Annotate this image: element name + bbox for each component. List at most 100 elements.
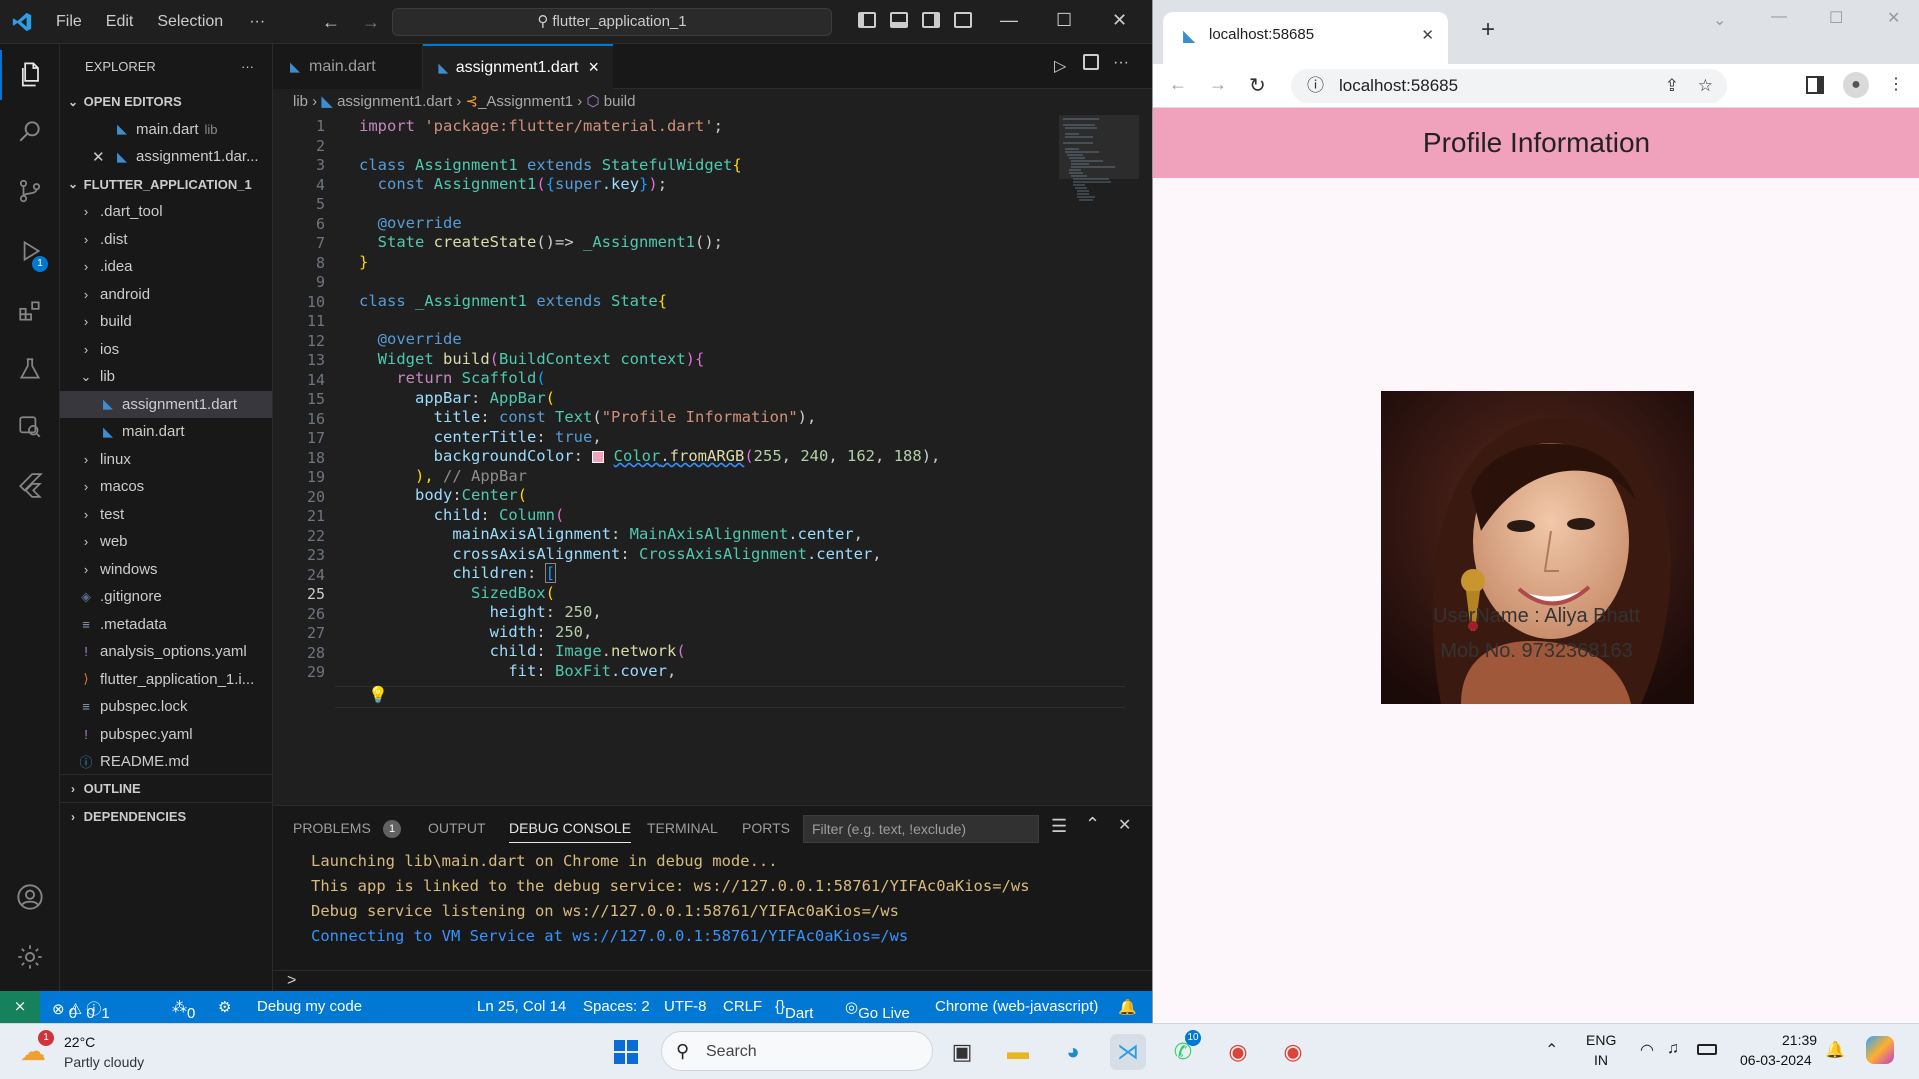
minimize-icon[interactable]: — — [1771, 8, 1787, 26]
notifications-icon[interactable]: 🔔 — [1118, 998, 1137, 1016]
wifi-icon[interactable]: ◠ — [1640, 1040, 1654, 1060]
close-icon[interactable]: ✕ — [92, 148, 114, 166]
menu-more[interactable]: ··· — [235, 13, 277, 31]
cursor-position-status[interactable]: Ln 25, Col 14 — [477, 998, 566, 1015]
tree-item[interactable]: › ios — [60, 336, 272, 364]
tree-item[interactable]: › test — [60, 501, 272, 529]
site-info-icon[interactable]: ⓘ — [1307, 69, 1324, 103]
file-explorer-icon[interactable]: ▬ — [1000, 1034, 1036, 1070]
task-view-icon[interactable]: ▣ — [944, 1034, 980, 1070]
bookmark-star-icon[interactable]: ☆ — [1698, 69, 1713, 103]
breadcrumb-file[interactable]: assignment1.dart — [337, 93, 452, 110]
forward-arrow-icon[interactable]: → — [362, 12, 380, 33]
close-icon[interactable]: ✕ — [1887, 8, 1900, 28]
address-bar[interactable]: ⓘ localhost:58685 ⇪ ☆ — [1291, 69, 1727, 103]
tree-item[interactable]: ≡ .metadata — [60, 611, 272, 639]
tree-item[interactable]: ⟩ flutter_application_1.i... — [60, 666, 272, 694]
start-icon[interactable] — [608, 1034, 644, 1070]
minimap[interactable] — [1059, 115, 1139, 805]
tree-item[interactable]: › .dart_tool — [60, 198, 272, 226]
tree-item[interactable]: › .idea — [60, 253, 272, 281]
explorer-icon[interactable] — [0, 50, 60, 100]
side-panel-icon[interactable] — [1806, 76, 1824, 94]
extensions-icon[interactable] — [0, 286, 60, 336]
menu-selection[interactable]: Selection — [145, 13, 235, 31]
tree-item[interactable]: ◣ assignment1.dart — [60, 390, 272, 418]
project-section[interactable]: ⌄ FLUTTER_APPLICATION_1 — [60, 171, 272, 199]
forward-icon[interactable]: → — [1209, 74, 1227, 95]
testing-icon[interactable] — [0, 344, 60, 394]
toggle-secondary-sidebar-icon[interactable] — [922, 12, 940, 28]
minimize-icon[interactable]: — — [1000, 10, 1018, 31]
tree-item[interactable]: › windows — [60, 556, 272, 584]
problems-status[interactable]: ⊗ 0 ⚠ 0 ⓘ 1 — [52, 998, 110, 1022]
debug-mode-status[interactable]: Debug my code — [257, 998, 362, 1015]
list-view-icon[interactable]: ☰ — [1051, 816, 1067, 837]
tree-item[interactable]: ! analysis_options.yaml — [60, 638, 272, 666]
lightbulb-icon[interactable]: 💡 — [368, 685, 388, 704]
back-icon[interactable]: ← — [1169, 74, 1187, 95]
battery-icon[interactable] — [1697, 1044, 1717, 1055]
split-editor-icon[interactable] — [1083, 54, 1099, 70]
console-input[interactable]: > — [273, 970, 1152, 992]
breadcrumb-method[interactable]: build — [604, 93, 636, 110]
edge-icon[interactable]: ◕ — [1055, 1034, 1091, 1070]
tab-assignment1-dart[interactable]: ◣ assignment1.dart × — [423, 44, 613, 89]
tab-output[interactable]: OUTPUT — [428, 820, 486, 836]
command-center[interactable]: ⚲ flutter_application_1 — [392, 8, 832, 36]
eol-status[interactable]: CRLF — [723, 998, 762, 1015]
tab-debug-console[interactable]: DEBUG CONSOLE — [509, 820, 632, 843]
tab-terminal[interactable]: TERMINAL — [647, 820, 718, 836]
close-tab-icon[interactable]: ✕ — [1421, 26, 1434, 44]
debug-icon[interactable]: ⚙ — [218, 998, 231, 1016]
tree-item[interactable]: ⓘ README.md — [60, 748, 272, 776]
language-status[interactable]: {} Dart — [775, 998, 813, 1022]
close-panel-icon[interactable]: ✕ — [1118, 815, 1131, 835]
maximize-panel-icon[interactable]: ⌃ — [1085, 814, 1100, 835]
clock-time[interactable]: 21:39 — [1782, 1032, 1817, 1048]
copilot-icon[interactable] — [1866, 1036, 1894, 1064]
open-editors-section[interactable]: ⌄ OPEN EDITORS — [60, 88, 272, 116]
clock-date[interactable]: 06-03-2024 — [1740, 1052, 1812, 1068]
chrome-icon[interactable]: ◉ — [1275, 1034, 1311, 1070]
tree-item[interactable]: ⌄ lib — [60, 363, 272, 391]
ports-status[interactable]: ⁂ 0 — [172, 998, 195, 1022]
whatsapp-icon[interactable]: ✆ 10 — [1165, 1030, 1201, 1070]
dependencies-section[interactable]: › DEPENDENCIES — [60, 802, 273, 830]
accounts-icon[interactable] — [0, 872, 60, 922]
run-icon[interactable]: ▷ — [1054, 56, 1066, 76]
close-icon[interactable]: ✕ — [1112, 10, 1127, 31]
go-live-status[interactable]: ◎ Go Live — [845, 998, 910, 1022]
color-swatch[interactable] — [592, 450, 605, 463]
profile-avatar[interactable]: ● — [1843, 72, 1869, 98]
language-line1[interactable]: ENG — [1586, 1032, 1616, 1048]
share-icon[interactable]: ⇪ — [1665, 69, 1679, 103]
weather-widget[interactable]: ☁ 1 22°C Partly cloudy — [18, 1030, 168, 1074]
encoding-status[interactable]: UTF-8 — [664, 998, 707, 1015]
code-editor[interactable]: 1 2 3 4 5 6 7 8 9 10 11 12 13 14 15 16 17 18 19 20 21 22 23 24 2… — [273, 115, 1152, 805]
tree-item[interactable]: › web — [60, 528, 272, 556]
breadcrumb-folder[interactable]: lib — [293, 93, 308, 110]
search-icon[interactable] — [0, 106, 60, 156]
customize-layout-icon[interactable] — [954, 12, 972, 28]
tab-close-icon[interactable]: × — [588, 57, 599, 78]
tree-item[interactable]: ◣ main.dart — [60, 418, 272, 446]
run-debug-icon[interactable]: 1 — [0, 226, 60, 276]
show-hidden-icons[interactable]: ⌃ — [1545, 1040, 1558, 1060]
browser-tab[interactable]: ◣ localhost:58685 ✕ — [1163, 12, 1448, 64]
explorer-more-icon[interactable]: ··· — [241, 59, 254, 74]
tree-item[interactable]: ! pubspec.yaml — [60, 721, 272, 749]
breadcrumb-class[interactable]: _Assignment1 — [478, 93, 573, 110]
toggle-panel-icon[interactable] — [890, 12, 908, 28]
maximize-icon[interactable]: ☐ — [1829, 8, 1843, 28]
console-filter-input[interactable]: Filter (e.g. text, !exclude) — [803, 815, 1039, 843]
menu-kebab-icon[interactable]: ⋮ — [1888, 74, 1904, 94]
tree-item[interactable]: › linux — [60, 446, 272, 474]
menu-file[interactable]: File — [44, 13, 94, 31]
language-line2[interactable]: IN — [1594, 1052, 1608, 1068]
back-arrow-icon[interactable]: ← — [322, 12, 340, 33]
tree-item[interactable]: › .dist — [60, 226, 272, 254]
tree-item[interactable]: ≡ pubspec.lock — [60, 693, 272, 721]
open-editor-item[interactable]: ◣ main.dart lib — [60, 116, 272, 144]
tree-item[interactable]: › android — [60, 281, 272, 309]
